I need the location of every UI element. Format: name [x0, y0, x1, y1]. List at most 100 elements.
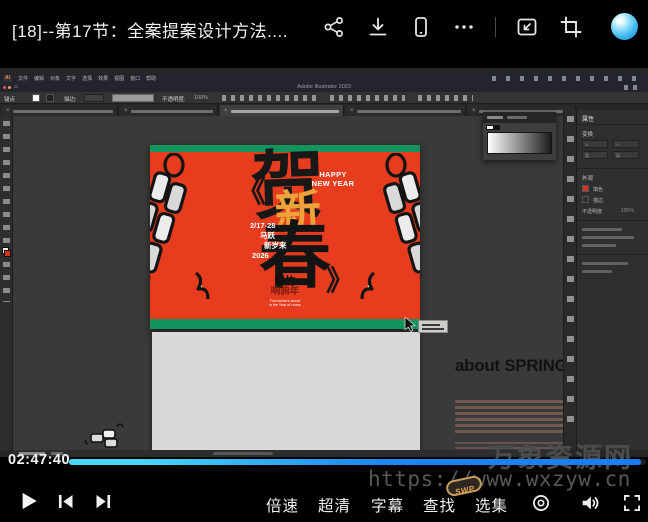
episodes-button[interactable]: 选集: [475, 494, 508, 516]
fill-color-indicator[interactable]: [4, 250, 11, 257]
opacity-row-label[interactable]: 不透明度: [582, 208, 602, 215]
volume-icon[interactable]: [579, 492, 601, 514]
menu-view[interactable]: 视图: [114, 75, 124, 82]
browser-logo-icon[interactable]: [611, 13, 638, 40]
phone-icon[interactable]: [409, 15, 433, 39]
watermark-url: https://www.wxzyw.cn: [368, 467, 631, 491]
more-icon[interactable]: [452, 15, 476, 39]
fill-color-box[interactable]: [582, 185, 589, 192]
subtitles-button[interactable]: 字幕: [371, 494, 404, 516]
stroke-width-input[interactable]: [84, 94, 104, 102]
properties-panel: 属性 变换 X: Y: 宽: 高: 外观 填色 描边 不透明度 100%: [576, 110, 648, 450]
menu-help[interactable]: 帮助: [146, 75, 156, 82]
screencast-icon[interactable]: [515, 15, 539, 39]
close-icon[interactable]: ×: [124, 108, 128, 114]
poster-bracket-close: 》: [326, 259, 354, 299]
menu-select[interactable]: 选择: [82, 75, 92, 82]
close-icon[interactable]: ×: [6, 108, 10, 114]
close-icon[interactable]: ×: [224, 108, 228, 114]
opacity-value[interactable]: 100%: [194, 95, 208, 101]
opacity-label: 不透明度:: [162, 95, 186, 103]
video-title: [18]--第17节：全案提案设计方法....: [12, 17, 288, 42]
panel-dock[interactable]: [563, 110, 576, 450]
topbar: [18]--第17节：全案提案设计方法....: [0, 0, 648, 55]
titlebar-icons[interactable]: [624, 85, 642, 90]
status-bar: [13, 450, 563, 457]
height-field[interactable]: 高:: [613, 151, 639, 159]
search-button[interactable]: 查找: [423, 494, 456, 516]
illustrator-logo: Ai: [3, 75, 12, 82]
topbar-divider: [495, 17, 496, 37]
next-episode-button[interactable]: [93, 491, 114, 512]
tools-panel[interactable]: [0, 116, 13, 450]
record-icon[interactable]: [531, 493, 551, 513]
fullscreen-icon[interactable]: [622, 493, 642, 513]
cursor-icon: [404, 317, 417, 332]
app-title: Adobe Illustrator 2023: [0, 84, 648, 90]
horizontal-scrollbar[interactable]: [213, 452, 273, 455]
current-time: 02:47:40: [8, 452, 70, 468]
close-icon[interactable]: ×: [350, 108, 354, 114]
about-text-line: [455, 406, 574, 409]
about-text-line: [455, 400, 576, 403]
about-text-line: [455, 430, 565, 433]
anchor-label: 锚点: [4, 95, 15, 103]
menu-effect[interactable]: 效果: [98, 75, 108, 82]
gradient-panel[interactable]: [483, 112, 556, 160]
progress-fill: [69, 459, 641, 465]
menu-file[interactable]: 文件: [18, 75, 28, 82]
previous-episode-button[interactable]: [55, 491, 76, 512]
poster-artboard: 《 贺 新 春 》 HAPPY NEW YEAR 2/17-28 马跃 新岁来 …: [150, 145, 420, 329]
video-player-screen: [18]--第17节：全案提案设计方法....: [0, 0, 648, 522]
stroke-profile-preview[interactable]: [112, 94, 154, 102]
x-field[interactable]: X:: [582, 140, 608, 148]
artboard-canvas[interactable]: 《 贺 新 春 》 HAPPY NEW YEAR 2/17-28 马跃 新岁来 …: [13, 116, 648, 450]
close-icon[interactable]: ×: [472, 108, 476, 114]
play-button[interactable]: [15, 488, 41, 514]
about-text-line: [455, 412, 576, 415]
crop-icon[interactable]: [559, 15, 583, 39]
fill-swatch[interactable]: [32, 94, 40, 102]
download-icon[interactable]: [366, 15, 390, 39]
gradient-panel-header[interactable]: [483, 112, 556, 123]
fill-row-label[interactable]: 填色: [593, 186, 603, 193]
poster-green-band-bottom: [150, 319, 420, 329]
poster-date-block: 2/17-28 马跃 新岁来 2026: [250, 221, 287, 261]
about-text-line: [455, 424, 571, 427]
mini-firecracker-sketch: [83, 420, 127, 450]
progress-bar[interactable]: [69, 459, 646, 465]
distribute-buttons[interactable]: [330, 95, 405, 101]
menu-type[interactable]: 文字: [66, 75, 76, 82]
menu-object[interactable]: 对象: [50, 75, 60, 82]
opacity-row-value[interactable]: 100%: [621, 208, 634, 214]
menu-bar: Ai 文件 编辑 对象 文字 选择 效果 视图 窗口 帮助: [0, 74, 648, 83]
about-text-line: [455, 418, 573, 421]
share-icon[interactable]: [322, 15, 346, 39]
control-bar: 锚点 描边: 不透明度: 100%: [0, 92, 648, 104]
poster-bracket-open: 《: [236, 167, 266, 211]
transform-fields[interactable]: [418, 95, 473, 101]
speed-button[interactable]: 倍速: [266, 494, 299, 516]
properties-title[interactable]: 属性: [582, 114, 594, 123]
gradient-swatch-icon[interactable]: [486, 125, 500, 130]
stroke-swatch[interactable]: [46, 94, 54, 102]
appearance-section-label: 外观: [582, 174, 593, 182]
y-field[interactable]: Y:: [613, 140, 639, 148]
app-title-bar: ⌂ Adobe Illustrator 2023: [0, 83, 648, 92]
width-field[interactable]: 宽:: [582, 151, 608, 159]
menubar-icons[interactable]: [492, 76, 640, 81]
about-spring-heading: about SPRING: [455, 356, 568, 376]
transform-section-label: 变换: [582, 130, 593, 138]
smart-guide-tooltip: [418, 320, 448, 333]
poster-bottom-block: 爆竹 响驹年 Firecrackers sound in the Year of…: [253, 276, 317, 308]
gradient-preview[interactable]: [487, 132, 552, 154]
align-buttons[interactable]: [222, 95, 317, 101]
menu-edit[interactable]: 编辑: [34, 75, 44, 82]
blank-artboard: [152, 332, 420, 450]
poster-happy-new-year: HAPPY NEW YEAR: [304, 171, 362, 188]
menu-window[interactable]: 窗口: [130, 75, 140, 82]
quality-button[interactable]: 超清: [318, 494, 351, 516]
stroke-row-label[interactable]: 描边: [593, 197, 603, 204]
firecracker-illustration-left: [150, 153, 230, 313]
stroke-color-box[interactable]: [582, 196, 589, 203]
